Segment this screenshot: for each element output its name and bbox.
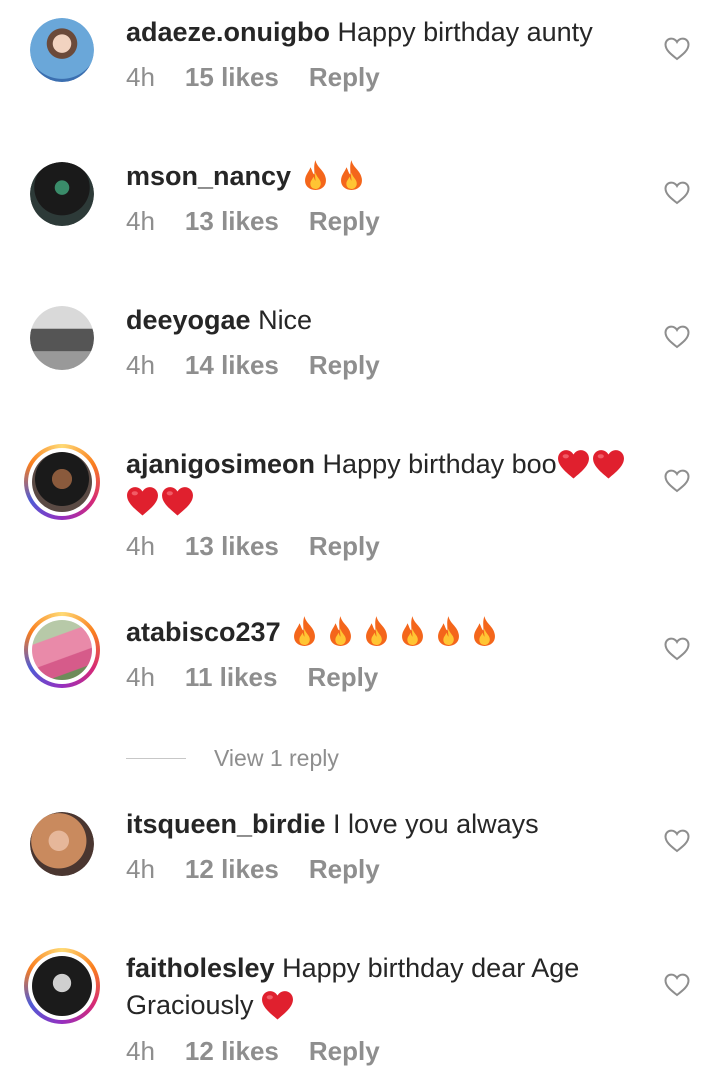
comment-meta: 4h 12 likes Reply: [126, 1036, 410, 1067]
comment-body: Happy birthday boo: [315, 449, 557, 479]
username-link[interactable]: itsqueen_birdie: [126, 809, 326, 839]
like-heart-icon[interactable]: [664, 469, 690, 493]
avatar[interactable]: [30, 812, 94, 876]
comment-body: Happy birthday aunty: [330, 17, 593, 47]
comment-text: adaeze.onuigbo Happy birthday aunty: [126, 14, 646, 51]
red-heart-emoji-icon: [592, 448, 625, 480]
likes-count[interactable]: 13 likes: [185, 531, 279, 562]
comment-body: [281, 617, 289, 647]
timestamp: 4h: [126, 1036, 155, 1066]
avatar-image: [32, 620, 92, 680]
reply-button[interactable]: Reply: [309, 531, 380, 562]
view-replies-label[interactable]: View 1 reply: [214, 745, 339, 772]
like-heart-icon[interactable]: [664, 973, 690, 997]
reply-button[interactable]: Reply: [309, 62, 380, 93]
like-heart-icon[interactable]: [664, 37, 690, 61]
reply-button[interactable]: Reply: [309, 206, 380, 237]
username-link[interactable]: deeyogae: [126, 305, 251, 335]
avatar-story-ring[interactable]: [24, 444, 100, 520]
username-link[interactable]: faitholesley: [126, 953, 275, 983]
comment-body: I love you always: [325, 809, 539, 839]
comment-text: ajanigosimeon Happy birthday boo: [126, 446, 646, 520]
avatar[interactable]: [30, 18, 94, 82]
comment-text: atabisco237: [126, 614, 646, 651]
comment-text: itsqueen_birdie I love you always: [126, 806, 646, 843]
likes-count[interactable]: 11 likes: [185, 662, 278, 693]
avatar-story-ring[interactable]: [24, 612, 100, 688]
username-link[interactable]: ajanigosimeon: [126, 449, 315, 479]
reply-button[interactable]: Reply: [309, 1036, 380, 1067]
comment-meta: 4h 15 likes Reply: [126, 62, 410, 93]
timestamp: 4h: [126, 62, 155, 92]
like-heart-icon[interactable]: [664, 181, 690, 205]
comment-meta: 4h 14 likes Reply: [126, 350, 410, 381]
timestamp: 4h: [126, 350, 155, 380]
comment-text: mson_nancy: [126, 158, 646, 195]
red-heart-emoji-icon: [261, 989, 294, 1021]
divider-line: [126, 758, 186, 759]
username-link[interactable]: adaeze.onuigbo: [126, 17, 330, 47]
comment-meta: 4h 11 likes Reply: [126, 662, 408, 693]
reply-button[interactable]: Reply: [309, 854, 380, 885]
fire-emoji-icon: [468, 614, 501, 647]
red-heart-emoji-icon: [557, 448, 590, 480]
fire-emoji-icon: [288, 614, 321, 647]
avatar-story-ring[interactable]: [24, 948, 100, 1024]
fire-emoji-icon: [432, 614, 465, 647]
fire-emoji-icon: [299, 158, 332, 191]
red-heart-emoji-icon: [126, 485, 159, 517]
avatar-image: [32, 452, 92, 512]
avatar[interactable]: [30, 306, 94, 370]
username-link[interactable]: atabisco237: [126, 617, 281, 647]
timestamp: 4h: [126, 854, 155, 884]
fire-emoji-icon: [396, 614, 429, 647]
avatar-image: [32, 956, 92, 1016]
like-heart-icon[interactable]: [664, 637, 690, 661]
red-heart-emoji-icon: [161, 485, 194, 517]
avatar-image: [30, 306, 94, 370]
likes-count[interactable]: 15 likes: [185, 62, 279, 93]
likes-count[interactable]: 13 likes: [185, 206, 279, 237]
comment-meta: 4h 13 likes Reply: [126, 206, 410, 237]
comment-text: deeyogae Nice: [126, 302, 646, 339]
username-link[interactable]: mson_nancy: [126, 161, 291, 191]
fire-emoji-icon: [335, 158, 368, 191]
timestamp: 4h: [126, 206, 155, 236]
likes-count[interactable]: 12 likes: [185, 1036, 279, 1067]
fire-emoji-icon: [360, 614, 393, 647]
like-heart-icon[interactable]: [664, 829, 690, 853]
comment-meta: 4h 13 likes Reply: [126, 531, 410, 562]
reply-button[interactable]: Reply: [307, 662, 378, 693]
timestamp: 4h: [126, 531, 155, 561]
comment-meta: 4h 12 likes Reply: [126, 854, 410, 885]
avatar-image: [30, 18, 94, 82]
likes-count[interactable]: 12 likes: [185, 854, 279, 885]
likes-count[interactable]: 14 likes: [185, 350, 279, 381]
reply-button[interactable]: Reply: [309, 350, 380, 381]
timestamp: 4h: [126, 662, 155, 692]
avatar-image: [30, 812, 94, 876]
comment-text: faitholesley Happy birthday dear Age Gra…: [126, 950, 646, 1024]
comment-body: [291, 161, 299, 191]
fire-emoji-icon: [324, 614, 357, 647]
avatar-image: [30, 162, 94, 226]
avatar[interactable]: [30, 162, 94, 226]
like-heart-icon[interactable]: [664, 325, 690, 349]
comment-body: Nice: [250, 305, 313, 335]
